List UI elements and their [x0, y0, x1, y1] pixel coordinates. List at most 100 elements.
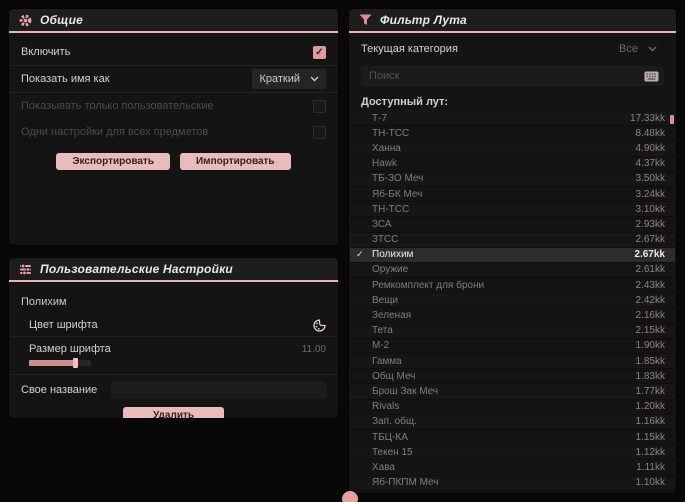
loot-item-value: 1.10kk	[635, 477, 665, 489]
font-size-label: Размер шрифта	[29, 343, 111, 355]
loot-item-name: Ремкомплект для брони	[372, 279, 485, 291]
search-box	[361, 66, 664, 86]
loot-item-value: 1.11kk	[636, 461, 665, 473]
loot-row[interactable]: ТБ-ЗО Меч 3.50kk	[350, 171, 675, 187]
slider-handle[interactable]	[73, 358, 78, 368]
loot-item-value: 8.48kk	[635, 127, 665, 139]
category-label: Текущая категория	[361, 43, 458, 55]
same-settings-row: Одни настройки для всех предметов	[9, 119, 338, 145]
loot-item-name: Яб-БК Меч	[372, 188, 423, 200]
loot-item-value: 3.50kk	[635, 173, 665, 185]
loot-row[interactable]: ✓ Полихим 2.67kk	[350, 247, 675, 263]
loot-row[interactable]: Вещи 2.42kk	[350, 293, 675, 309]
custom-settings-panel: Пользовательские Настройки Полихим Цвет …	[8, 257, 339, 419]
loot-item-value: 2.61kk	[635, 264, 665, 276]
display-name-dropdown[interactable]: Краткий	[252, 69, 326, 89]
loot-item-name: Текен 15	[372, 446, 413, 458]
loot-row[interactable]: Тета 2.15kk	[350, 323, 675, 339]
custom-settings-header: Пользовательские Настройки	[9, 258, 338, 282]
loot-item-name: Rivals	[372, 401, 400, 413]
loot-row[interactable]: Зеленая 2.16kk	[350, 308, 675, 324]
loot-item-name: Тета	[372, 325, 393, 337]
font-color-label: Цвет шрифта	[29, 319, 98, 331]
loot-item-name: Брош Зак Меч	[372, 385, 439, 397]
panel-title: Фильтр Лута	[380, 13, 467, 27]
category-value: Все	[619, 43, 638, 55]
display-name-row: Показать имя как Краткий	[9, 66, 338, 92]
slider-fill	[29, 360, 77, 366]
font-size-row: Размер шрифта 11.00	[9, 337, 338, 374]
font-size-slider[interactable]	[29, 358, 91, 368]
loot-item-name: Зеленая	[372, 310, 412, 322]
loot-item-value: 2.42kk	[635, 294, 665, 306]
loot-row[interactable]: Hawk 4.37kk	[350, 156, 675, 172]
loot-row[interactable]: ЗСА 2.93kk	[350, 217, 675, 233]
only-custom-row: Показывать только пользовательские	[9, 93, 338, 119]
loot-row[interactable]: Ремкомплект для брони 2.43kk	[350, 278, 675, 294]
loot-item-name: М-2	[372, 340, 390, 352]
loot-item-name: Яб-ПКПМ Меч	[372, 477, 439, 489]
loot-item-value: 2.43kk	[635, 279, 665, 291]
loot-row[interactable]: Яб-ПКПМ Меч 1.10kk	[350, 475, 675, 491]
category-dropdown[interactable]: Все	[612, 39, 664, 59]
loot-item-value: 1.85kk	[635, 355, 665, 367]
loot-item-value: 4.37kk	[635, 158, 665, 170]
loot-item-name: Общ Меч	[372, 370, 416, 382]
loot-row[interactable]: ЗТСС 2.67kk	[350, 232, 675, 248]
scrollbar-thumb[interactable]	[670, 115, 674, 124]
only-custom-label: Показывать только пользовательские	[21, 100, 214, 112]
loot-row[interactable]: Текен 15 1.12kk	[350, 445, 675, 461]
floating-marker-dot[interactable]	[342, 491, 358, 502]
export-button[interactable]: Экспортировать	[56, 153, 170, 170]
loot-row[interactable]: Ханна 4.90kk	[350, 141, 675, 157]
loot-item-value: 1.83kk	[635, 370, 665, 382]
loot-item-value: 1.20kk	[635, 401, 665, 413]
delete-button[interactable]: Удалить	[122, 407, 225, 418]
available-loot-label: Доступный лут:	[361, 96, 449, 108]
loot-item-name: ТН-ТСС	[372, 127, 410, 139]
loot-item-value: 2.15kk	[635, 325, 665, 337]
chevron-down-icon	[310, 76, 319, 82]
loot-item-value: 1.77kk	[635, 385, 665, 397]
loot-item-value: 3.24kk	[635, 188, 665, 200]
panel-title: Общие	[40, 13, 83, 27]
category-row: Текущая категория Все	[349, 37, 676, 61]
loot-row[interactable]: Яб-БК Меч 3.24kk	[350, 186, 675, 203]
import-button[interactable]: Импортировать	[179, 153, 291, 170]
loot-row[interactable]: Гамма 1.85kk	[350, 354, 675, 370]
custom-name-input[interactable]	[111, 381, 326, 399]
loot-item-name: ТБ-ЗО Меч	[372, 173, 424, 185]
gear-icon	[19, 14, 32, 27]
display-name-value: Краткий	[259, 73, 300, 85]
loot-item-name: ЗСА	[372, 218, 392, 230]
loot-row[interactable]: Зап. общ. 1.16kk	[350, 414, 675, 430]
loot-item-name: ТБЦ-КА	[372, 431, 408, 443]
loot-item-name: Гамма	[372, 355, 402, 367]
loot-item-value: 1.12kk	[635, 446, 665, 458]
loot-item-value: 1.90kk	[635, 340, 665, 352]
enable-checkbox[interactable]: ✓	[313, 45, 326, 59]
search-input[interactable]	[369, 70, 644, 82]
loot-row[interactable]: ТН-ТСС 8.48kk	[350, 126, 675, 142]
same-settings-checkbox[interactable]	[313, 125, 326, 139]
loot-item-name: Вещи	[372, 294, 399, 306]
loot-item-value: 4.90kk	[635, 142, 665, 154]
chevron-down-icon	[648, 46, 657, 52]
loot-row[interactable]: Т-7 17.33kk	[350, 111, 675, 127]
loot-row[interactable]: Оружие 2.61kk	[350, 262, 675, 279]
loot-row[interactable]: Rivals 1.20kk	[350, 399, 675, 415]
loot-list: Т-7 17.33kk ТН-ТСС 8.48kk Ханна 4.90kk Hawk 4.3…	[350, 111, 675, 491]
keyboard-icon[interactable]	[644, 71, 659, 82]
loot-item-name: Зап. общ.	[372, 416, 417, 428]
loot-row[interactable]: ТН-ТСС 3.10kk	[350, 202, 675, 218]
loot-row[interactable]: Брош Зак Меч 1.77kk	[350, 384, 675, 400]
loot-item-value: 2.67kk	[635, 234, 665, 246]
loot-row[interactable]: ТБЦ-КА 1.15kk	[350, 429, 675, 446]
selected-item-name: Полихим	[21, 296, 67, 308]
loot-row[interactable]: Хава 1.11kk	[350, 460, 675, 476]
same-settings-label: Одни настройки для всех предметов	[21, 126, 209, 138]
loot-row[interactable]: М-2 1.90kk	[350, 338, 675, 354]
palette-icon[interactable]	[313, 318, 326, 332]
loot-row[interactable]: Общ Меч 1.83kk	[350, 369, 675, 385]
only-custom-checkbox[interactable]	[313, 99, 326, 113]
